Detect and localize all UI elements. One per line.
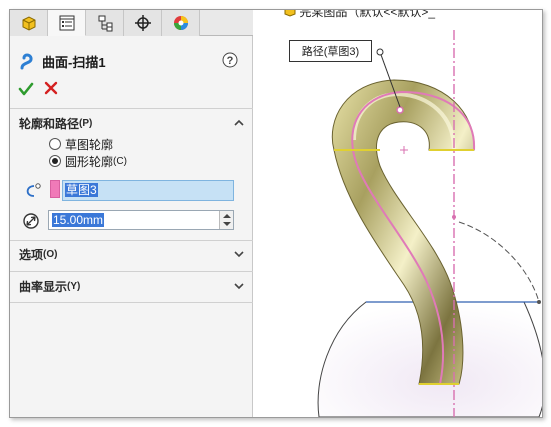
divider — [10, 302, 253, 303]
divider — [10, 271, 253, 272]
property-manager-icon — [59, 15, 74, 30]
svg-text:?: ? — [227, 55, 234, 67]
tab-dimxpert[interactable] — [124, 10, 162, 36]
section-options-header[interactable]: 选项 (O) — [19, 245, 245, 263]
graphics-viewport[interactable]: 完某图品（默认<<默认>_ 路径(草图3) — [254, 10, 542, 417]
radio-sketch-profile[interactable]: 草图轮廓 — [49, 136, 113, 152]
feature-title-text: 曲面-扫描1 — [42, 54, 106, 70]
arc-endpoint — [537, 300, 541, 304]
path-callout[interactable]: 路径(草图3) — [289, 40, 372, 62]
display-manager-icon — [173, 16, 188, 30]
cancel-button[interactable] — [44, 81, 58, 95]
radio-button-selected[interactable] — [49, 155, 61, 167]
path-selection-box[interactable]: 草图3 — [62, 180, 234, 201]
radio-button[interactable] — [49, 138, 61, 150]
origin-marker — [400, 146, 408, 154]
tab-property-manager[interactable] — [48, 10, 86, 36]
close-icon — [44, 81, 58, 95]
chevron-down-icon[interactable] — [233, 280, 245, 292]
radio-sketch-profile-label: 草图轮廓 — [65, 137, 114, 152]
property-manager-panel: 曲面-扫描1 ? 轮廓和路径 (P) 草图轮廓 圆形轮廓 (C) 草图3 15.00… — [10, 10, 253, 417]
help-icon[interactable]: ? — [222, 52, 238, 68]
chevron-down-icon[interactable] — [233, 248, 245, 260]
radio-circular-profile-label: 圆形轮廓 — [65, 154, 114, 169]
sweep-surface-icon — [20, 53, 33, 70]
path-color-swatch — [50, 180, 60, 198]
feature-manager-icon — [22, 16, 35, 31]
section-curvature-key: (Y) — [67, 280, 81, 292]
section-options-label: 选项 — [19, 247, 44, 262]
section-curvature-label: 曲率显示 — [19, 279, 68, 294]
manager-tabs — [10, 10, 253, 36]
model-scene — [317, 30, 542, 417]
construction-arc — [458, 221, 540, 303]
callout-anchor — [376, 48, 384, 56]
path-callout-text: 路径(草图3) — [301, 46, 360, 58]
tab-feature-manager[interactable] — [10, 10, 48, 36]
tab-display-manager[interactable] — [162, 10, 200, 36]
configuration-manager-icon — [98, 15, 112, 32]
diameter-value[interactable]: 15.00mm — [52, 213, 105, 227]
feature-title: 曲面-扫描1 — [18, 51, 106, 71]
tab-configuration-manager[interactable] — [86, 10, 124, 36]
spin-down-icon[interactable] — [223, 222, 231, 226]
centerline-point — [452, 215, 456, 219]
divider — [10, 240, 253, 241]
spin-up-icon[interactable] — [223, 214, 231, 218]
path-selection-value[interactable]: 草图3 — [65, 183, 98, 197]
diameter-spinner[interactable] — [219, 211, 233, 229]
divider — [10, 108, 253, 109]
sketch-point — [396, 106, 404, 114]
section-curvature-header[interactable]: 曲率显示 (Y) — [19, 277, 245, 295]
radio-circular-profile[interactable]: 圆形轮廓 (C) — [49, 153, 127, 169]
ok-button[interactable] — [18, 81, 34, 97]
window-frame: 曲面-扫描1 ? 轮廓和路径 (P) 草图轮廓 圆形轮廓 (C) 草图3 15.00… — [9, 9, 543, 418]
section-profile-path-label: 轮廓和路径 — [19, 116, 80, 131]
checkmark-icon — [18, 82, 34, 96]
section-options-key: (O) — [43, 248, 58, 260]
section-profile-path-header[interactable]: 轮廓和路径 (P) — [19, 114, 245, 132]
section-profile-path-key: (P) — [79, 117, 93, 129]
radio-circular-profile-key: (C) — [113, 155, 127, 167]
path-icon — [26, 183, 41, 197]
chevron-up-icon[interactable] — [233, 117, 245, 129]
dimxpert-icon — [134, 15, 151, 31]
diameter-input[interactable]: 15.00mm — [48, 210, 234, 230]
diameter-icon — [23, 213, 39, 229]
